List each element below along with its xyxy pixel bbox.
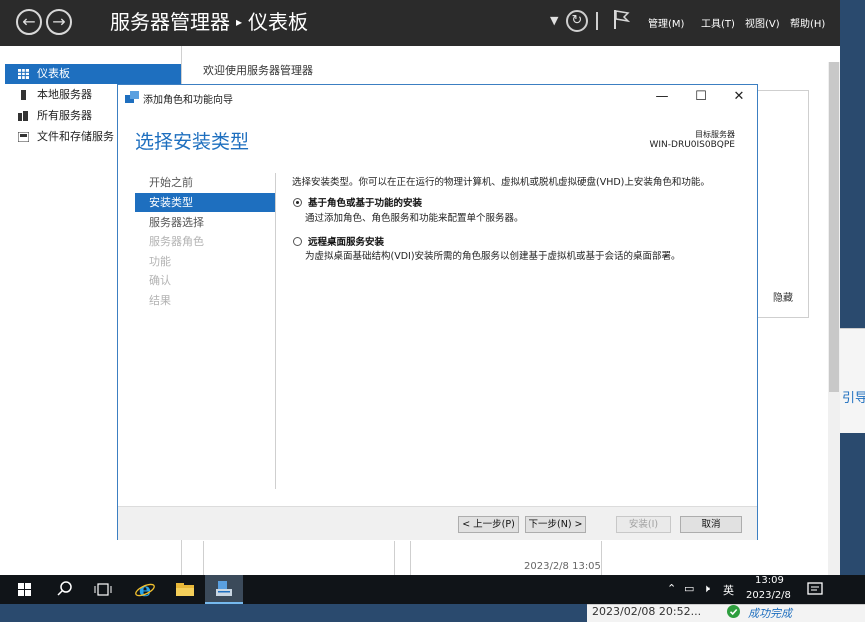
- sidebar-item-label: 本地服务器: [37, 88, 92, 101]
- windows-start-icon[interactable]: [14, 575, 36, 604]
- notification-center-icon[interactable]: [805, 575, 825, 604]
- wizard-titlebar: 添加角色和功能向导 — ☐ ✕: [118, 85, 757, 110]
- wizard-step-features: 功能: [135, 252, 275, 271]
- task-view-icon[interactable]: [92, 575, 114, 604]
- dashboard-grid-icon: [18, 69, 29, 79]
- clock-date[interactable]: 2023/2/8: [746, 590, 791, 601]
- search-icon[interactable]: [55, 575, 75, 604]
- tile-timestamp: 2023/2/8 13:05: [524, 561, 601, 572]
- remote-desktop-install-radio[interactable]: [293, 237, 302, 246]
- flag-icon[interactable]: [612, 8, 630, 30]
- menu-help[interactable]: 帮助(H): [790, 15, 825, 30]
- add-roles-wizard: 添加角色和功能向导 — ☐ ✕ 选择安装类型 目标服务器 WIN-DRU0IS0…: [117, 84, 758, 540]
- installation-type-intro: 选择安装类型。你可以在正在运行的物理计算机、虚拟机或脱机虚拟硬盘(VHD)上安装…: [292, 177, 710, 188]
- caret-down-icon[interactable]: ▼: [550, 14, 558, 27]
- maximize-icon[interactable]: ☐: [685, 87, 717, 107]
- wizard-heading: 选择安装类型: [135, 131, 250, 153]
- target-server-label: 目标服务器: [695, 130, 735, 139]
- file-explorer-icon[interactable]: [173, 575, 197, 604]
- welcome-panel: [757, 90, 809, 318]
- breadcrumb-separator: ▸: [236, 15, 243, 29]
- wizard-step-label: 开始之前: [149, 176, 193, 189]
- servers-icon: [18, 111, 28, 121]
- role-based-install-radio[interactable]: [293, 198, 302, 207]
- welcome-heading: 欢迎使用服务器管理器: [203, 64, 313, 77]
- wizard-step-label: 服务器选择: [149, 216, 204, 229]
- dashboard-tile: [203, 541, 395, 575]
- server-roles-icon: [125, 91, 139, 103]
- internet-explorer-icon[interactable]: e: [133, 575, 157, 604]
- wizard-step-label: 安装类型: [149, 196, 193, 209]
- wizard-step-server-roles: 服务器角色: [135, 232, 275, 251]
- network-icon[interactable]: ▭: [684, 582, 694, 595]
- wizard-window-title: 添加角色和功能向导: [143, 95, 233, 106]
- taskbar-server-manager[interactable]: [205, 575, 243, 604]
- taskbar: e ⌃ ▭ 🕨 英 13:09 2023/2/8: [0, 575, 865, 604]
- menu-tools[interactable]: 工具(T): [701, 15, 735, 30]
- sidebar-item-dashboard[interactable]: 仪表板: [5, 64, 181, 84]
- wizard-step-label: 确认: [149, 274, 171, 287]
- server-icon: [21, 90, 26, 100]
- back-arrow-icon[interactable]: ←: [16, 9, 42, 35]
- refresh-icon[interactable]: ↻: [566, 10, 588, 32]
- tray-overflow-chevron-icon[interactable]: ⌃: [667, 582, 676, 595]
- wizard-step-label: 功能: [149, 255, 171, 268]
- svg-text:e: e: [139, 579, 151, 601]
- status-text: 成功完成: [748, 607, 792, 620]
- wizard-step-results: 结果: [135, 291, 275, 310]
- wizard-footer: < 上一步(P) 下一步(N) > 安装(I) 取消: [118, 506, 757, 540]
- ime-indicator[interactable]: 英: [723, 582, 734, 598]
- storage-icon: [18, 132, 29, 142]
- sidebar-item-label: 所有服务器: [37, 109, 92, 122]
- wizard-step-before-you-begin[interactable]: 开始之前: [135, 173, 275, 192]
- next-button[interactable]: 下一步(N) >: [525, 516, 586, 533]
- cancel-button[interactable]: 取消: [680, 516, 742, 533]
- wizard-step-installation-type[interactable]: 安装类型: [135, 193, 275, 212]
- server-manager-icon: [216, 581, 232, 596]
- menu-manage[interactable]: 管理(M): [648, 15, 684, 30]
- menu-view[interactable]: 视图(V): [745, 15, 780, 30]
- previous-button[interactable]: < 上一步(P): [458, 516, 519, 533]
- hide-link[interactable]: 隐藏: [773, 289, 793, 304]
- page-title: 服务器管理器 ▸ 仪表板: [110, 9, 308, 38]
- remote-desktop-install-desc: 为虚拟桌面基础结构(VDI)安装所需的角色服务以创建基于虚拟机或基于会话的桌面部…: [305, 251, 681, 262]
- role-based-install-desc: 通过添加角色、角色服务和功能来配置单个服务器。: [305, 213, 524, 224]
- minimize-icon[interactable]: —: [646, 87, 678, 107]
- background-window-text: 引导: [842, 391, 865, 406]
- sidebar-item-label: 文件和存储服务: [37, 130, 114, 143]
- toolbar-divider: [596, 12, 598, 30]
- target-server-value: WIN-DRU0IS0BQPE: [649, 140, 736, 150]
- sidebar-item-label: 仪表板: [37, 67, 70, 80]
- forward-arrow-icon[interactable]: →: [46, 9, 72, 35]
- app-title: 服务器管理器: [110, 10, 230, 34]
- success-check-icon: [727, 605, 740, 618]
- wizard-step-server-selection[interactable]: 服务器选择: [135, 213, 275, 232]
- volume-muted-icon[interactable]: 🕨: [703, 582, 710, 596]
- close-icon[interactable]: ✕: [723, 87, 755, 107]
- status-timestamp: 2023/02/08 20:52...: [592, 605, 702, 618]
- wizard-step-confirmation: 确认: [135, 271, 275, 290]
- wizard-step-label: 服务器角色: [149, 235, 204, 248]
- server-manager-titlebar: ← → 服务器管理器 ▸ 仪表板 ▼ ↻ 管理(M) 工具(T) 视图(V) 帮助(…: [0, 0, 840, 46]
- background-window: [840, 328, 865, 433]
- scrollbar-thumb[interactable]: [829, 62, 839, 392]
- role-based-install-title[interactable]: 基于角色或基于功能的安装: [308, 195, 422, 209]
- clock-time[interactable]: 13:09: [755, 575, 784, 586]
- breadcrumb-page: 仪表板: [248, 10, 309, 34]
- install-button[interactable]: 安装(I): [616, 516, 671, 533]
- wizard-step-label: 结果: [149, 294, 171, 307]
- remote-desktop-install-title[interactable]: 远程桌面服务安装: [308, 234, 384, 248]
- wizard-divider: [275, 173, 276, 489]
